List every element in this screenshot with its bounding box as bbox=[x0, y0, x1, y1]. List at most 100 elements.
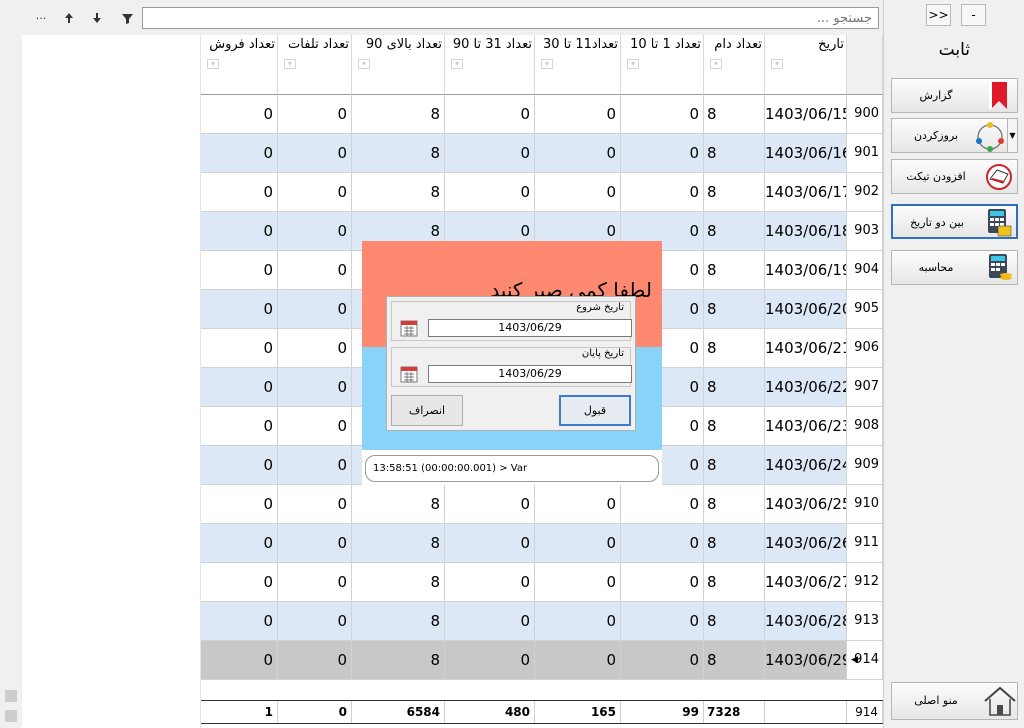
cell-date[interactable]: 1403/06/29 bbox=[765, 641, 847, 679]
cell-losses[interactable]: 0 bbox=[278, 173, 352, 211]
cell-date[interactable]: 1403/06/16 bbox=[765, 134, 847, 172]
table-row[interactable]: 0 0 8 0 0 0 8 1403/06/15 900 bbox=[201, 95, 883, 134]
cell-over-90[interactable]: 8 bbox=[352, 641, 445, 679]
column-header-11-30[interactable]: تعداد11 تا 30 bbox=[535, 35, 621, 57]
calculate-button[interactable]: محاسبه bbox=[891, 250, 1018, 285]
cell-date[interactable]: 1403/06/25 bbox=[765, 485, 847, 523]
cell-row-index[interactable]: 907 bbox=[847, 368, 883, 406]
cell-date[interactable]: 1403/06/19 bbox=[765, 251, 847, 289]
column-header-sales[interactable]: تعداد فروش bbox=[201, 35, 278, 57]
cell-losses[interactable]: 0 bbox=[278, 329, 352, 367]
cell-losses[interactable]: 0 bbox=[278, 641, 352, 679]
cell-sales[interactable]: 0 bbox=[201, 95, 278, 133]
calendar-icon[interactable] bbox=[400, 366, 418, 383]
cell-losses[interactable]: 0 bbox=[278, 251, 352, 289]
cell-livestock[interactable]: 8 bbox=[704, 290, 765, 328]
cell-row-index[interactable]: 900 bbox=[847, 95, 883, 133]
column-header-over-90[interactable]: تعداد بالای 90 bbox=[352, 35, 445, 57]
filter-cell[interactable]: ▾ bbox=[278, 57, 352, 95]
scroll-down-arrow[interactable] bbox=[5, 710, 17, 722]
cell-31-90[interactable]: 0 bbox=[445, 134, 535, 172]
cell-livestock[interactable]: 8 bbox=[704, 563, 765, 601]
sort-down-icon[interactable] bbox=[86, 7, 108, 29]
cell-over-90[interactable]: 8 bbox=[352, 134, 445, 172]
cell-row-index[interactable]: 906 bbox=[847, 329, 883, 367]
cell-sales[interactable]: 0 bbox=[201, 329, 278, 367]
cell-sales[interactable]: 0 bbox=[201, 446, 278, 484]
cell-31-90[interactable]: 0 bbox=[445, 173, 535, 211]
cell-1-10[interactable]: 0 bbox=[621, 524, 704, 562]
table-row[interactable]: 0 0 8 0 0 0 8 1403/06/16 901 bbox=[201, 134, 883, 173]
cell-1-10[interactable]: 0 bbox=[621, 563, 704, 601]
cell-losses[interactable]: 0 bbox=[278, 212, 352, 250]
table-row[interactable]: 0 0 8 0 0 0 8 1403/06/29 914 ◀ bbox=[201, 641, 883, 680]
filter-cell[interactable]: ▾ bbox=[621, 57, 704, 95]
cell-11-30[interactable]: 0 bbox=[535, 485, 621, 523]
cell-livestock[interactable]: 8 bbox=[704, 407, 765, 445]
cell-row-index[interactable]: 904 bbox=[847, 251, 883, 289]
scroll-thumb[interactable] bbox=[5, 690, 17, 702]
cell-date[interactable]: 1403/06/20 bbox=[765, 290, 847, 328]
cancel-button[interactable]: انصراف bbox=[391, 395, 463, 426]
filter-dropdown-icon[interactable]: ▾ bbox=[771, 59, 783, 69]
cell-losses[interactable]: 0 bbox=[278, 290, 352, 328]
cell-1-10[interactable]: 0 bbox=[621, 641, 704, 679]
filter-cell[interactable]: ▾ bbox=[535, 57, 621, 95]
cell-31-90[interactable]: 0 bbox=[445, 485, 535, 523]
cell-row-index[interactable]: 908 bbox=[847, 407, 883, 445]
filter-dropdown-icon[interactable]: ▾ bbox=[207, 59, 219, 69]
cell-sales[interactable]: 0 bbox=[201, 602, 278, 640]
cell-losses[interactable]: 0 bbox=[278, 407, 352, 445]
cell-sales[interactable]: 0 bbox=[201, 251, 278, 289]
cell-sales[interactable]: 0 bbox=[201, 290, 278, 328]
cell-sales[interactable]: 0 bbox=[201, 485, 278, 523]
cell-date[interactable]: 1403/06/15 bbox=[765, 95, 847, 133]
cell-losses[interactable]: 0 bbox=[278, 446, 352, 484]
update-button[interactable]: بروزکردن bbox=[891, 118, 1008, 153]
cell-date[interactable]: 1403/06/22 bbox=[765, 368, 847, 406]
cell-11-30[interactable]: 0 bbox=[535, 602, 621, 640]
cell-over-90[interactable]: 8 bbox=[352, 173, 445, 211]
column-header-31-90[interactable]: تعداد 31 تا 90 bbox=[445, 35, 535, 57]
start-date-input[interactable]: 1403/06/29 bbox=[428, 319, 632, 337]
cell-sales[interactable]: 0 bbox=[201, 368, 278, 406]
cell-sales[interactable]: 0 bbox=[201, 173, 278, 211]
cell-losses[interactable]: 0 bbox=[278, 602, 352, 640]
filter-dropdown-icon[interactable]: ▾ bbox=[358, 59, 370, 69]
cell-over-90[interactable]: 8 bbox=[352, 95, 445, 133]
filter-cell[interactable]: ▾ bbox=[352, 57, 445, 95]
table-row[interactable]: 0 0 8 0 0 0 8 1403/06/17 902 bbox=[201, 173, 883, 212]
cell-livestock[interactable]: 8 bbox=[704, 524, 765, 562]
column-header-livestock[interactable]: تعداد دام bbox=[704, 35, 765, 57]
cell-over-90[interactable]: 8 bbox=[352, 563, 445, 601]
cell-sales[interactable]: 0 bbox=[201, 641, 278, 679]
cell-date[interactable]: 1403/06/26 bbox=[765, 524, 847, 562]
cell-row-index[interactable]: 913 bbox=[847, 602, 883, 640]
cell-livestock[interactable]: 8 bbox=[704, 602, 765, 640]
cell-1-10[interactable]: 0 bbox=[621, 602, 704, 640]
cell-livestock[interactable]: 8 bbox=[704, 134, 765, 172]
cell-11-30[interactable]: 0 bbox=[535, 524, 621, 562]
cell-date[interactable]: 1403/06/27 bbox=[765, 563, 847, 601]
update-dropdown-arrow[interactable]: ▼ bbox=[1007, 118, 1018, 153]
cell-over-90[interactable]: 8 bbox=[352, 524, 445, 562]
column-header-date[interactable]: تاریخ bbox=[765, 35, 847, 57]
cell-row-index[interactable]: 911 bbox=[847, 524, 883, 562]
table-row[interactable]: 0 0 8 0 0 0 8 1403/06/26 911 bbox=[201, 524, 883, 563]
cell-losses[interactable]: 0 bbox=[278, 524, 352, 562]
ok-button[interactable]: قبول bbox=[559, 395, 631, 426]
cell-row-index[interactable]: 909 bbox=[847, 446, 883, 484]
cell-date[interactable]: 1403/06/17 bbox=[765, 173, 847, 211]
table-row[interactable]: 0 0 8 0 0 0 8 1403/06/27 912 bbox=[201, 563, 883, 602]
cell-11-30[interactable]: 0 bbox=[535, 134, 621, 172]
column-header-losses[interactable]: تعداد تلفات bbox=[278, 35, 352, 57]
minimize-button[interactable]: - bbox=[961, 4, 986, 26]
cell-sales[interactable]: 0 bbox=[201, 563, 278, 601]
cell-1-10[interactable]: 0 bbox=[621, 134, 704, 172]
cell-date[interactable]: 1403/06/23 bbox=[765, 407, 847, 445]
cell-livestock[interactable]: 8 bbox=[704, 173, 765, 211]
report-button[interactable]: گزارش bbox=[891, 78, 1018, 113]
filter-icon[interactable] bbox=[116, 7, 138, 29]
cell-date[interactable]: 1403/06/28 bbox=[765, 602, 847, 640]
cell-losses[interactable]: 0 bbox=[278, 485, 352, 523]
